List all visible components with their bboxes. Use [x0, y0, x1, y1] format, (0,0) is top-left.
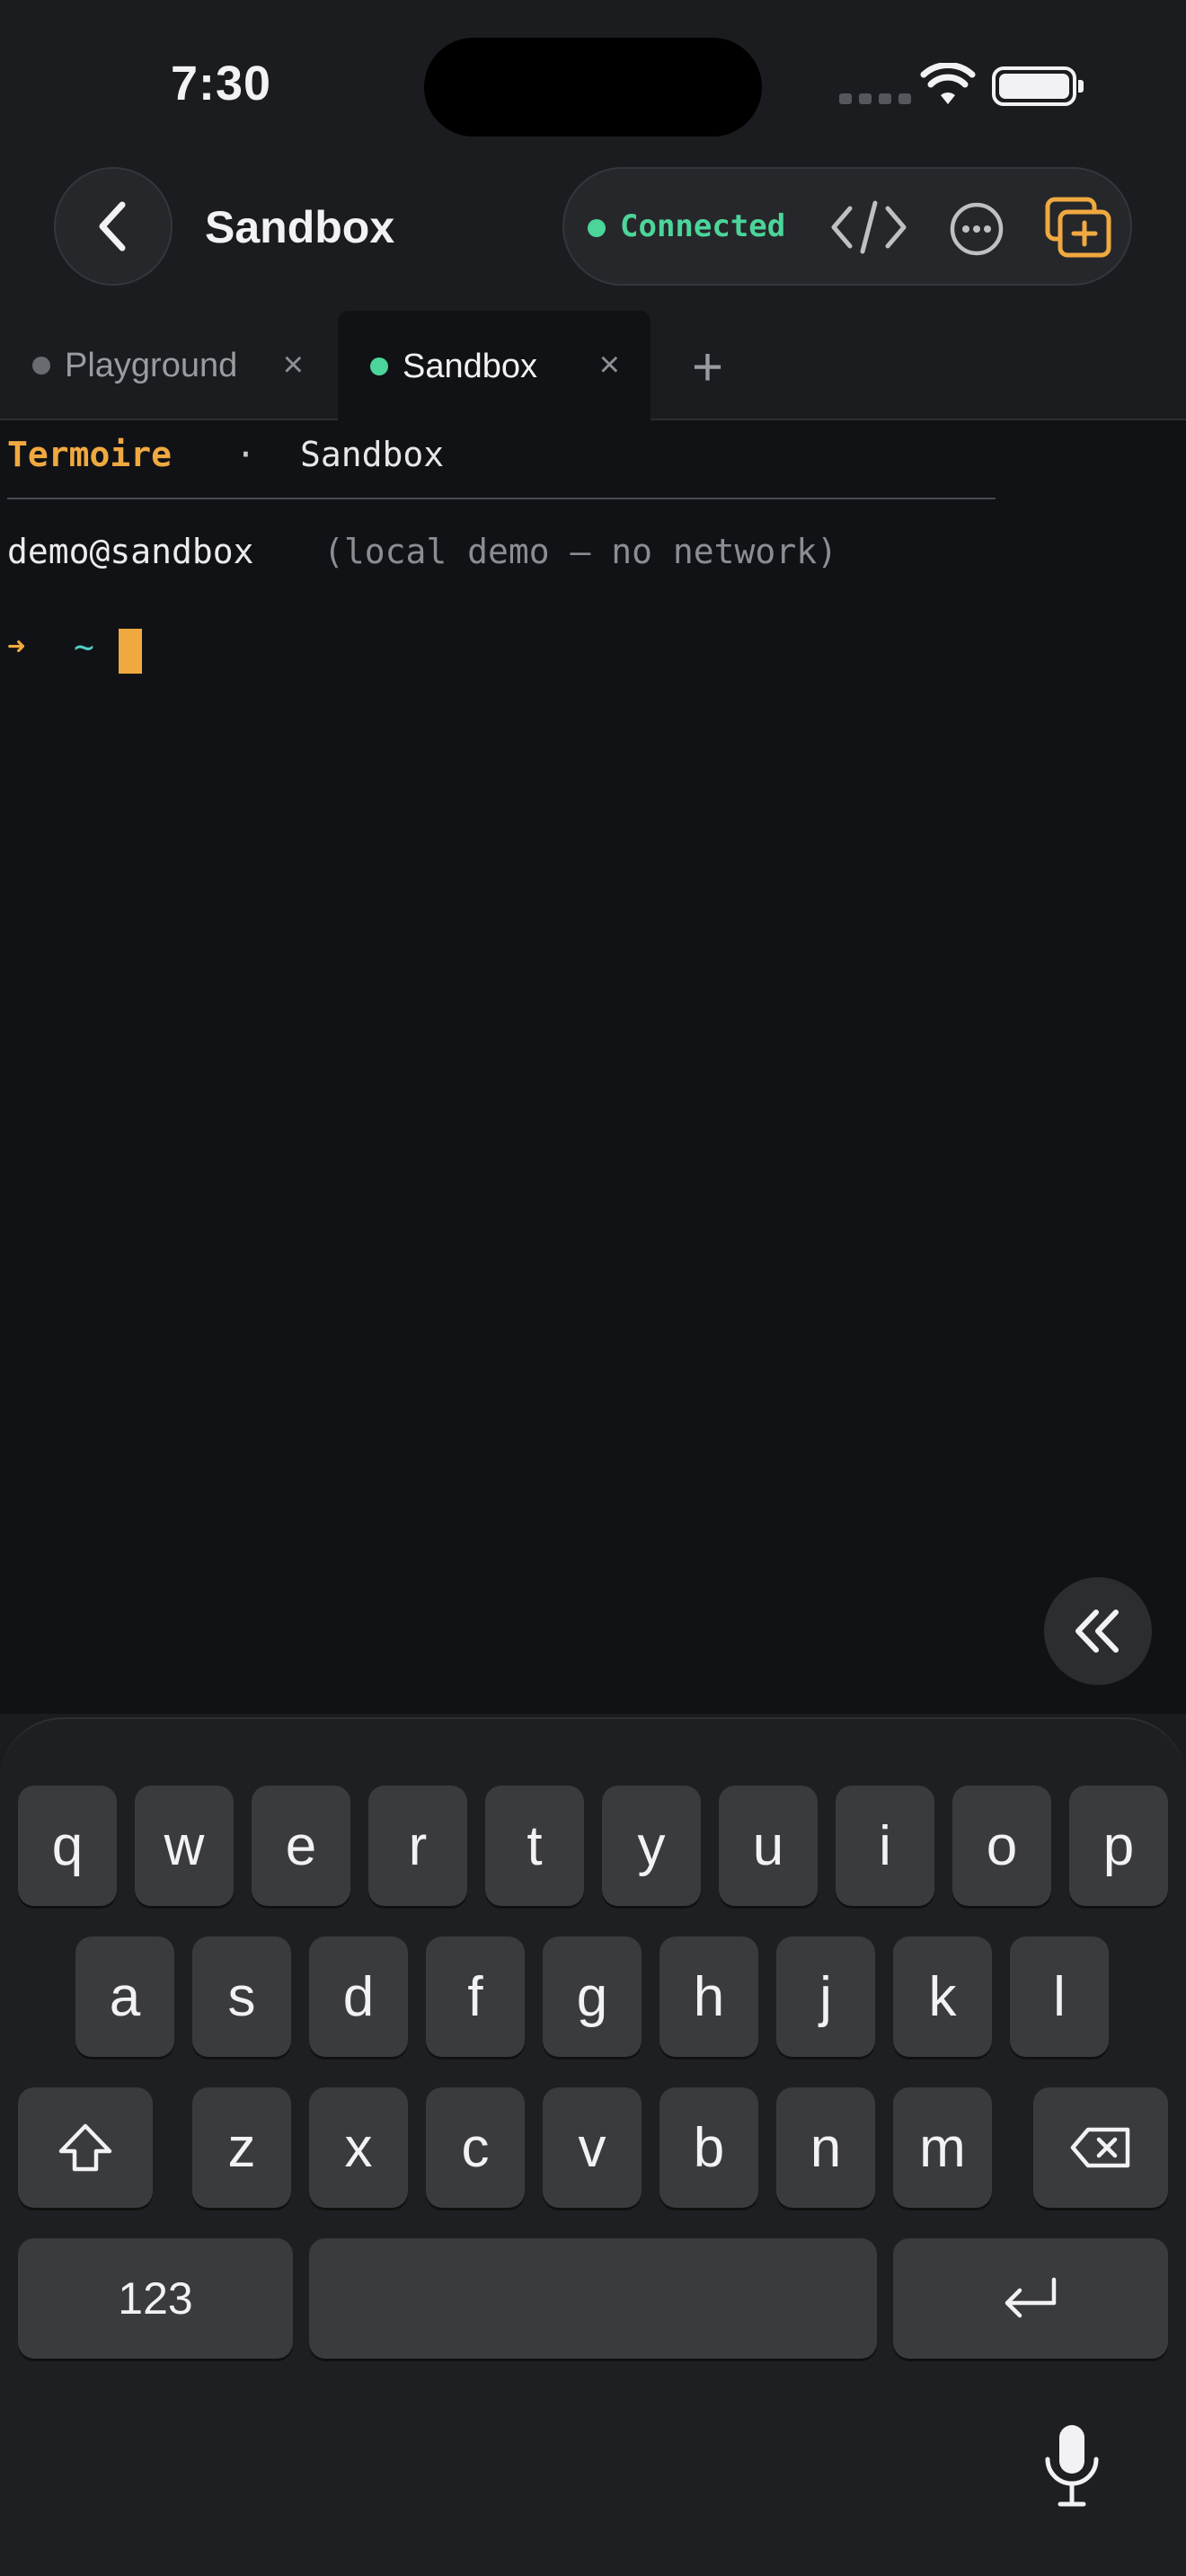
- new-tab-icon[interactable]: [1044, 196, 1112, 259]
- key-b[interactable]: b: [659, 2087, 758, 2208]
- key-t[interactable]: t: [485, 1786, 584, 1906]
- key-e[interactable]: e: [252, 1786, 350, 1906]
- key-x[interactable]: x: [309, 2087, 408, 2208]
- key-c[interactable]: c: [426, 2087, 525, 2208]
- wifi-icon: [920, 63, 976, 104]
- tab-status-dot: [32, 357, 50, 375]
- tab-label: Playground: [65, 346, 238, 384]
- tab-bar: Playground × Sandbox ×: [0, 311, 1186, 422]
- terminal-view[interactable]: Termoire · Sandbox demo@sandbox (local d…: [0, 420, 1186, 1714]
- terminal-divider: [7, 498, 996, 499]
- connection-status-label: Connected: [620, 208, 786, 244]
- code-icon[interactable]: [830, 199, 907, 255]
- tab-sandbox[interactable]: Sandbox ×: [338, 311, 651, 422]
- key-o[interactable]: o: [952, 1786, 1051, 1906]
- prompt-cwd: ~: [74, 627, 94, 666]
- cellular-signal-icon: [839, 93, 911, 104]
- key-s[interactable]: s: [192, 1936, 291, 2057]
- prompt-arrow-icon: ➜: [7, 629, 26, 665]
- shift-icon: [58, 2123, 112, 2172]
- terminal-separator: ·: [235, 435, 256, 474]
- key-j[interactable]: j: [776, 1936, 875, 2057]
- header-actions: Connected: [562, 167, 1132, 286]
- key-z[interactable]: z: [192, 2087, 291, 2208]
- terminal-user-host: demo@sandbox: [7, 532, 254, 571]
- tab-playground[interactable]: Playground ×: [0, 311, 334, 420]
- close-icon[interactable]: ×: [599, 345, 620, 385]
- key-l[interactable]: l: [1010, 1936, 1109, 2057]
- key-v[interactable]: v: [543, 2087, 642, 2208]
- shift-key[interactable]: [18, 2087, 153, 2208]
- return-key[interactable]: [893, 2238, 1168, 2359]
- back-button[interactable]: [54, 167, 173, 286]
- key-a[interactable]: a: [75, 1936, 174, 2057]
- software-keyboard: q w e r t y u i o p a s d f g h j k l z …: [0, 1717, 1186, 2576]
- numbers-key[interactable]: 123: [18, 2238, 293, 2359]
- key-g[interactable]: g: [543, 1936, 642, 2057]
- terminal-brand: Termoire: [7, 435, 173, 474]
- key-f[interactable]: f: [426, 1936, 525, 2057]
- status-time: 7:30: [171, 57, 272, 110]
- key-d[interactable]: d: [309, 1936, 408, 2057]
- tab-status-dot: [370, 357, 388, 375]
- battery-icon: [992, 66, 1084, 106]
- microphone-icon[interactable]: [1042, 2423, 1102, 2508]
- terminal-note: (local demo — no network): [323, 532, 837, 571]
- close-icon[interactable]: ×: [283, 345, 304, 385]
- key-w[interactable]: w: [135, 1786, 234, 1906]
- key-r[interactable]: r: [368, 1786, 467, 1906]
- terminal-session-name: Sandbox: [300, 435, 445, 474]
- key-h[interactable]: h: [659, 1936, 758, 2057]
- dynamic-island: [424, 38, 762, 137]
- space-bar[interactable]: [309, 2238, 877, 2359]
- page-title: Sandbox: [205, 202, 395, 252]
- key-p[interactable]: p: [1069, 1786, 1168, 1906]
- key-u[interactable]: u: [719, 1786, 818, 1906]
- key-i[interactable]: i: [836, 1786, 934, 1906]
- terminal-cursor: [119, 629, 142, 674]
- connection-status-dot: [588, 219, 606, 237]
- delete-key[interactable]: [1033, 2087, 1168, 2208]
- key-q[interactable]: q: [18, 1786, 117, 1906]
- key-n[interactable]: n: [776, 2087, 875, 2208]
- key-y[interactable]: y: [602, 1786, 701, 1906]
- add-tab-button[interactable]: +: [692, 336, 723, 398]
- back-chevron-icon: [99, 201, 126, 251]
- collapse-keyboard-button[interactable]: [1044, 1577, 1152, 1685]
- key-m[interactable]: m: [893, 2087, 992, 2208]
- collapse-icon: [1075, 1610, 1119, 1653]
- delete-icon: [1070, 2127, 1130, 2168]
- key-k[interactable]: k: [893, 1936, 992, 2057]
- more-icon[interactable]: [949, 201, 1005, 257]
- return-icon: [1005, 2277, 1057, 2318]
- tab-label: Sandbox: [403, 347, 538, 385]
